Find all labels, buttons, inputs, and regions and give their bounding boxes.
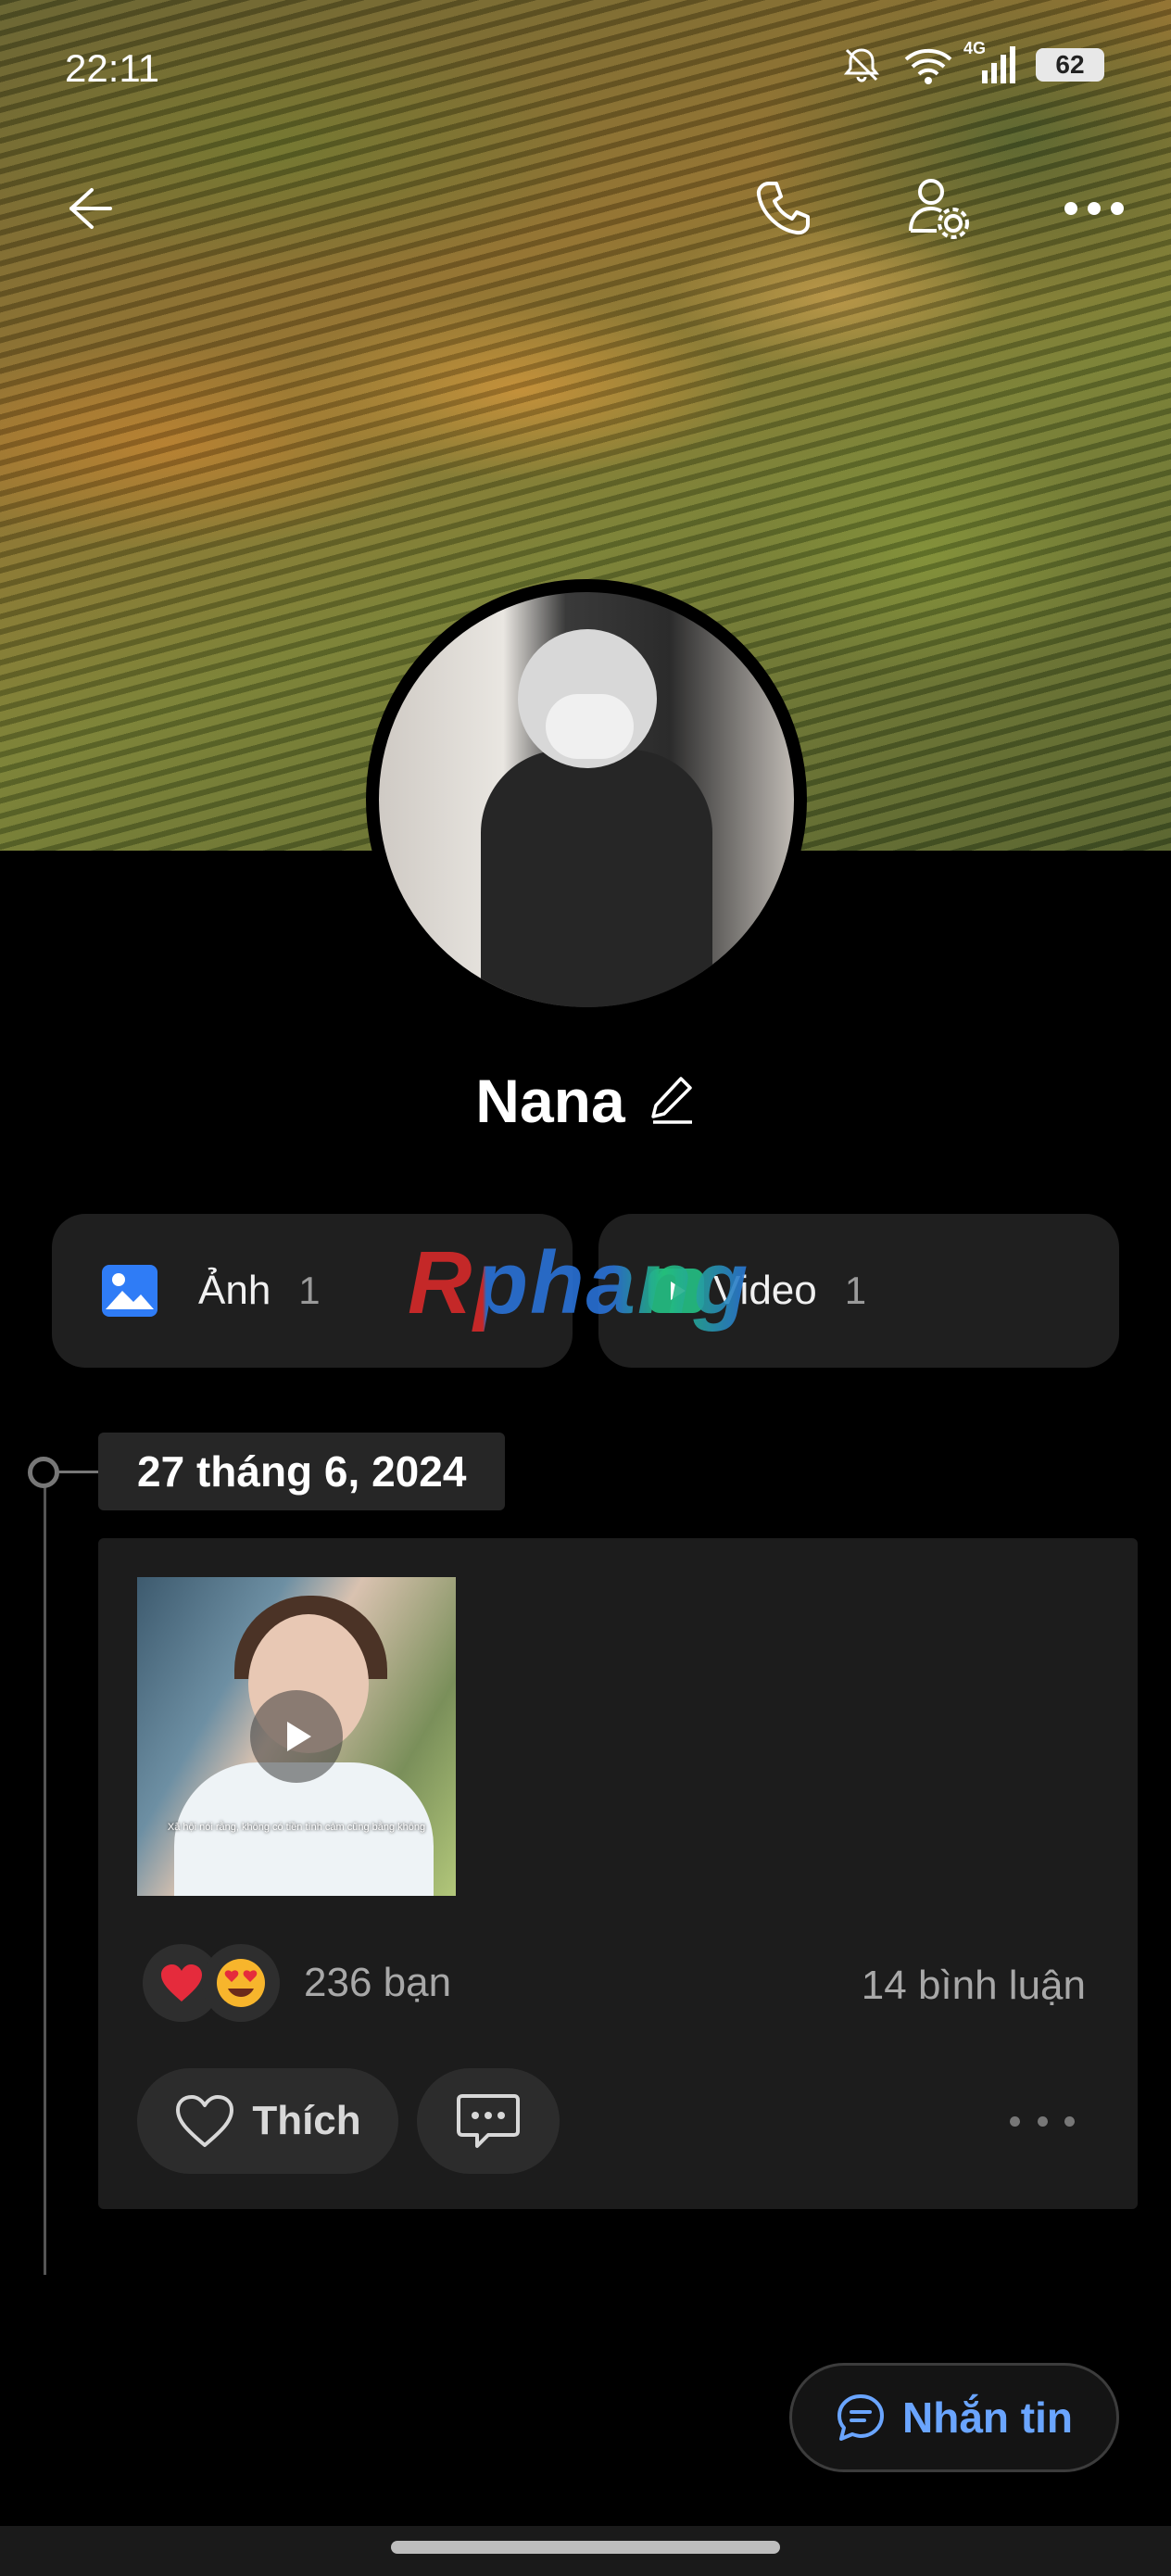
photo-gallery-icon — [100, 1261, 159, 1320]
mute-bell-icon — [841, 44, 882, 85]
timeline-line — [44, 1469, 46, 2275]
call-button[interactable] — [741, 167, 825, 250]
back-arrow-icon — [69, 188, 112, 229]
user-settings-icon — [909, 179, 969, 239]
avatar-photo — [379, 592, 794, 1007]
like-button[interactable]: Thích — [137, 2068, 398, 2174]
comment-bubble-icon — [457, 2094, 520, 2148]
profile-name-row: Nana — [0, 1066, 1171, 1136]
play-icon — [287, 1722, 311, 1751]
message-button[interactable]: Nhắn tin — [789, 2363, 1119, 2472]
post-more-button[interactable] — [1010, 2105, 1075, 2137]
heart-eyes-emoji-icon — [202, 1944, 280, 2022]
timeline-node — [28, 1457, 59, 1488]
battery-indicator: 62 — [1036, 48, 1104, 82]
pencil-icon — [650, 1076, 692, 1124]
play-button[interactable] — [250, 1690, 343, 1783]
profile-toolbar — [0, 167, 1171, 250]
profile-name: Nana — [475, 1067, 625, 1135]
more-options-button[interactable] — [1052, 167, 1136, 250]
network-type-label: 4G — [963, 39, 987, 57]
dot — [1037, 2115, 1048, 2127]
post-card: Xã hội nói rằng, không có tiền tình cảm … — [98, 1538, 1138, 2209]
edit-name-button[interactable] — [649, 1073, 696, 1130]
cellular-signal-icon: 4G — [963, 39, 1015, 85]
comment-button[interactable] — [417, 2068, 560, 2174]
chat-bubble-icon — [837, 2394, 884, 2441]
heart-outline-icon — [176, 2095, 234, 2147]
comments-count[interactable]: 14 bình luận — [862, 1963, 1086, 2009]
profile-avatar[interactable] — [366, 579, 807, 1020]
message-label: Nhắn tin — [902, 2393, 1073, 2442]
status-icons: 4G 62 — [841, 39, 1104, 85]
video-caption: Xã hội nói rằng, không có tiền tình cảm … — [167, 1822, 426, 1833]
more-dots-icon — [1064, 202, 1124, 215]
avatar-mask — [546, 694, 634, 759]
timeline-date: 27 tháng 6, 2024 — [98, 1433, 506, 1510]
status-bar: 22:11 4G 62 — [0, 0, 1171, 139]
timeline-connector — [57, 1471, 98, 1473]
photos-count: 1 — [298, 1269, 321, 1312]
reactions-count: 236 bạn — [304, 1960, 452, 2005]
home-gesture-handle[interactable] — [391, 2541, 780, 2554]
dot — [1064, 2115, 1075, 2127]
videos-count: 1 — [844, 1269, 867, 1312]
wifi-icon — [902, 44, 952, 85]
dot — [1010, 2115, 1020, 2127]
back-button[interactable] — [46, 167, 130, 250]
avatar-figure — [481, 750, 712, 1007]
profile-settings-button[interactable] — [897, 167, 980, 250]
watermark-logo: Rphang — [408, 1233, 750, 1332]
video-thumbnail[interactable]: Xã hội nói rằng, không có tiền tình cảm … — [137, 1577, 456, 1896]
photos-label: Ảnh — [198, 1268, 271, 1313]
reactions-summary[interactable]: 236 bạn — [143, 1944, 451, 2022]
like-label: Thích — [252, 2098, 361, 2143]
phone-icon — [756, 182, 810, 235]
status-time: 22:11 — [65, 46, 159, 90]
